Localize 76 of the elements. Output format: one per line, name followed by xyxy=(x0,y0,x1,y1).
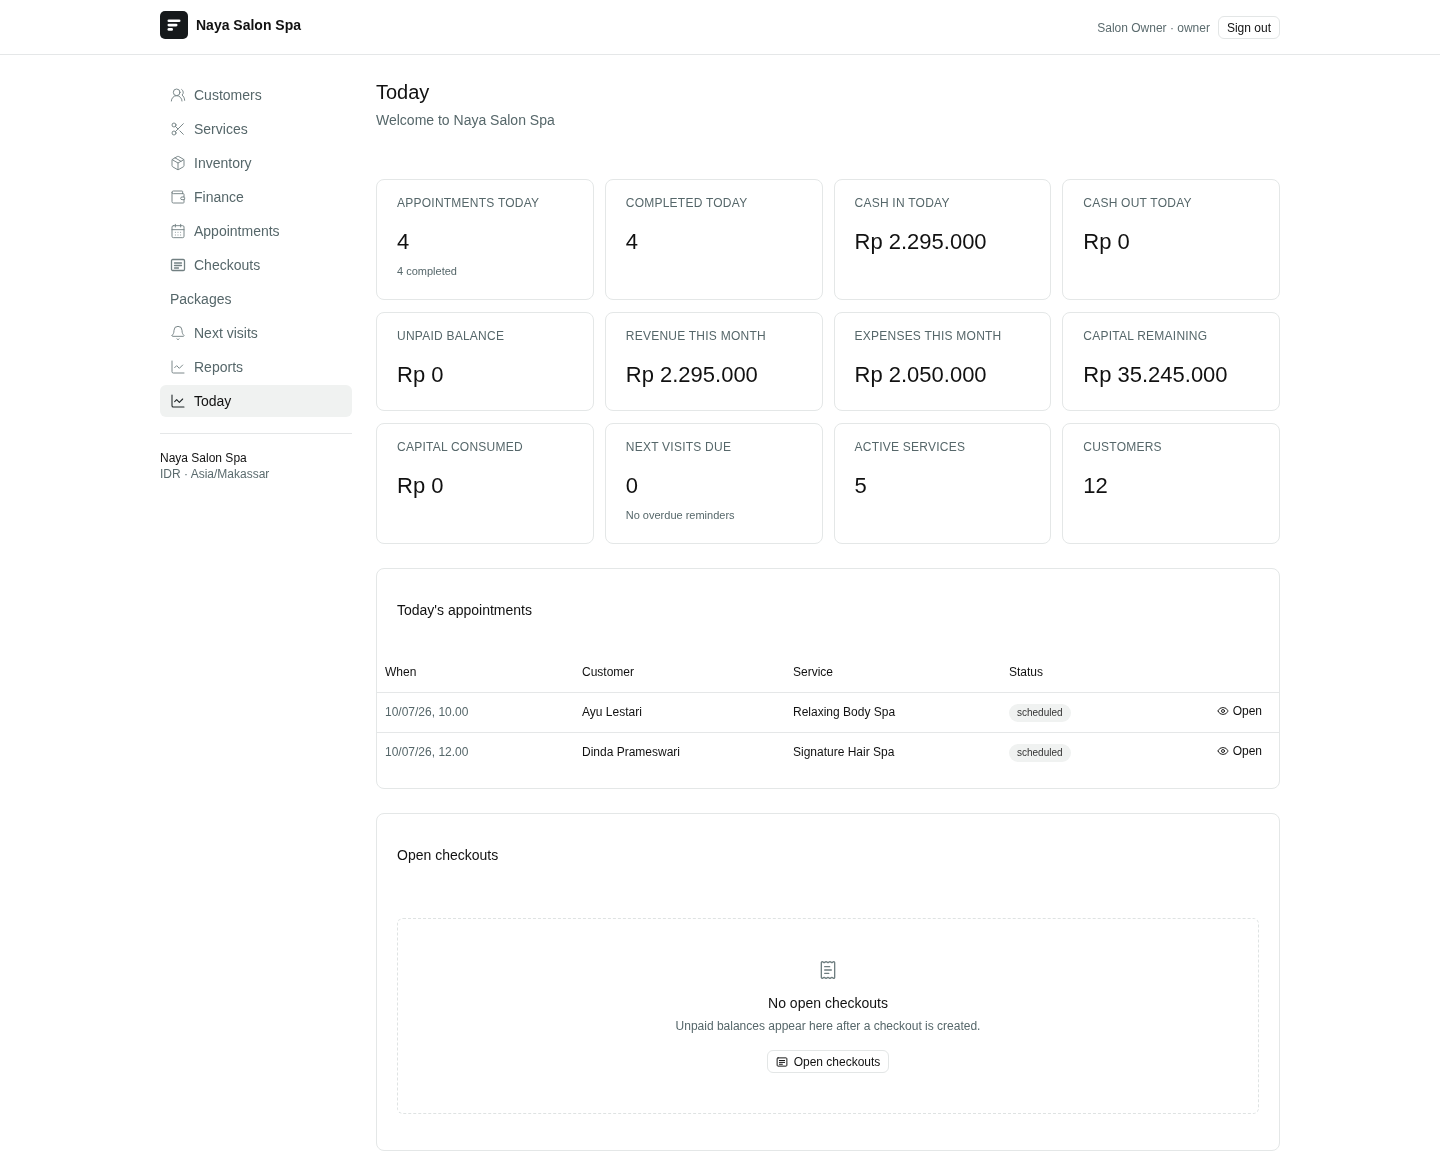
open-checkouts-button[interactable]: Open checkouts xyxy=(766,1050,890,1073)
stat-label: COMPLETED TODAY xyxy=(625,195,749,211)
stat-value: Rp 0 xyxy=(397,361,445,389)
sidebar-item[interactable]: Services xyxy=(160,113,352,145)
stat-label: ACTIVE SERVICES xyxy=(854,439,967,455)
stat-value: Rp 2.050.000 xyxy=(854,361,988,389)
calendar-icon xyxy=(170,223,186,239)
stat-value: Rp 0 xyxy=(1083,228,1131,256)
logo-icon xyxy=(160,11,188,39)
stat-label: EXPENSES THIS MONTH xyxy=(854,328,1003,344)
stat-label: REVENUE THIS MONTH xyxy=(625,328,767,344)
empty-state-title: No open checkouts xyxy=(768,994,888,1013)
sidebar-item[interactable]: Packages xyxy=(160,283,352,315)
stat-label: CUSTOMERS xyxy=(1083,439,1163,455)
stat-value: 12 xyxy=(1083,472,1109,500)
sidebar-item[interactable]: Inventory xyxy=(160,147,352,179)
stat-value: Rp 0 xyxy=(397,472,445,500)
user-label: Salon Owner · owner xyxy=(1097,19,1210,36)
stat-label: APPOINTMENTS TODAY xyxy=(397,195,541,211)
stat-label: CAPITAL REMAINING xyxy=(1083,328,1209,344)
table-cell: Ayu Lestari xyxy=(574,692,785,732)
line-chart-icon xyxy=(170,393,186,409)
page-subtitle: Welcome to Naya Salon Spa xyxy=(376,111,556,130)
stat-value: Rp 2.295.000 xyxy=(854,228,988,256)
list-icon xyxy=(775,1055,788,1068)
eye-icon xyxy=(1216,745,1229,758)
wallet-icon xyxy=(170,189,186,205)
stat-value: 4 xyxy=(625,228,639,256)
sidebar-item[interactable]: Next visits xyxy=(160,317,352,349)
sidebar-item[interactable]: Appointments xyxy=(160,215,352,247)
scissors-icon xyxy=(170,121,186,137)
stat-value: Rp 2.295.000 xyxy=(625,361,759,389)
salon-locale: IDR · Asia/Makassar xyxy=(160,466,271,482)
status-badge: scheduled xyxy=(1009,703,1071,722)
column-header: When xyxy=(377,652,574,692)
users-icon xyxy=(170,87,186,103)
line-chart-icon xyxy=(170,359,186,375)
bell-icon xyxy=(170,325,186,341)
column-header: Service xyxy=(785,652,1001,692)
table-cell: 10/07/26, 10.00 xyxy=(377,692,574,732)
open-link[interactable]: Open xyxy=(1216,742,1262,761)
open-link[interactable]: Open xyxy=(1216,702,1262,720)
stat-value: Rp 35.245.000 xyxy=(1083,361,1229,389)
sidebar-item[interactable]: Today xyxy=(160,385,352,417)
sidebar-item[interactable]: Checkouts xyxy=(160,249,352,281)
section-title: Today's appointments xyxy=(396,601,533,620)
sign-out-button[interactable]: Sign out xyxy=(1217,16,1280,39)
table-cell: Signature Hair Spa xyxy=(785,732,1001,772)
stat-note: No overdue reminders xyxy=(625,508,736,523)
stat-label: UNPAID BALANCE xyxy=(397,328,506,344)
sidebar-item[interactable]: Reports xyxy=(160,351,352,383)
box-icon xyxy=(170,155,186,171)
stat-note: 4 completed xyxy=(397,264,458,279)
column-header: Customer xyxy=(574,652,785,692)
stat-label: CASH IN TODAY xyxy=(854,195,951,211)
sidebar-item[interactable]: Customers xyxy=(160,79,352,111)
brand-name: Naya Salon Spa xyxy=(196,16,302,35)
column-header: Status xyxy=(1001,652,1156,692)
stat-value: 5 xyxy=(854,472,868,500)
stat-label: CASH OUT TODAY xyxy=(1083,195,1193,211)
section-title: Open checkouts xyxy=(397,846,500,865)
stat-label: NEXT VISITS DUE xyxy=(625,439,733,455)
list-icon xyxy=(170,257,186,273)
stat-label: CAPITAL CONSUMED xyxy=(397,439,524,455)
table-cell: 10/07/26, 12.00 xyxy=(377,732,574,772)
table-cell: Dinda Prameswari xyxy=(574,732,785,772)
empty-state-message: Unpaid balances appear here after a checkout is created. xyxy=(675,1018,981,1034)
sidebar-item[interactable]: Finance xyxy=(160,181,352,213)
stat-value: 0 xyxy=(625,472,639,500)
salon-name: Naya Salon Spa xyxy=(160,450,248,466)
receipt-icon xyxy=(818,960,838,980)
eye-icon xyxy=(1216,705,1229,717)
status-badge: scheduled xyxy=(1009,743,1071,762)
page-title: Today xyxy=(376,80,431,105)
table-cell: Relaxing Body Spa xyxy=(785,692,1001,732)
stat-value: 4 xyxy=(397,228,411,256)
